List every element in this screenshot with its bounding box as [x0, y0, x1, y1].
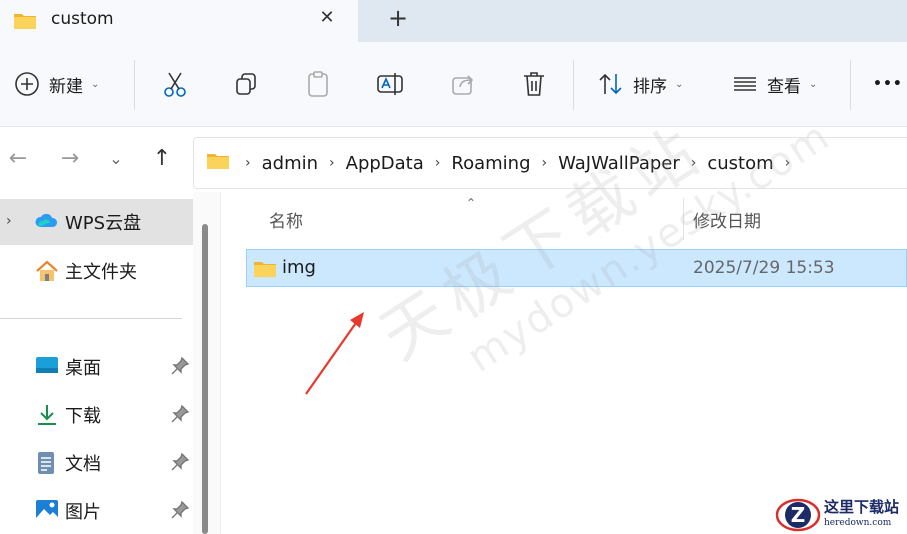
- breadcrumb: › admin › AppData › Roaming › WaJWallPap…: [206, 138, 801, 188]
- address-row: ← → ⌄ ↑ › admin › AppData › Roaming › Wa…: [0, 126, 907, 193]
- svg-text:Z: Z: [791, 503, 806, 527]
- pin-icon[interactable]: [171, 452, 190, 475]
- crumb-custom[interactable]: custom: [707, 153, 773, 174]
- item-name: img: [282, 257, 316, 278]
- new-button[interactable]: 新建 ⌄: [14, 65, 99, 103]
- list-item[interactable]: img 2025/7/29 15:53: [246, 249, 907, 287]
- pin-icon[interactable]: [171, 500, 190, 523]
- sidebar-item-label: 主文件夹: [65, 262, 137, 283]
- rename-icon: [377, 73, 403, 95]
- item-modified-date: 2025/7/29 15:53: [693, 258, 835, 278]
- pin-icon[interactable]: [171, 404, 190, 427]
- new-tab-button[interactable]: +: [385, 5, 411, 31]
- chevron-right-icon[interactable]: ›: [6, 213, 12, 229]
- back-arrow-icon[interactable]: ←: [6, 147, 30, 171]
- annotation-arrow-icon: [305, 312, 364, 395]
- close-tab-button[interactable]: ✕: [316, 7, 338, 29]
- scissors-icon: [164, 72, 186, 97]
- chevron-right-icon[interactable]: ›: [542, 155, 548, 171]
- sidebar-scrollbar[interactable]: [193, 192, 221, 534]
- desktop-icon: [35, 355, 59, 379]
- sidebar-item-label: WPS云盘: [65, 213, 142, 234]
- chevron-down-icon: ⌄: [91, 78, 100, 90]
- crumb-appdata[interactable]: AppData: [346, 153, 424, 174]
- cloud-icon: [35, 210, 59, 236]
- divider: [134, 60, 135, 110]
- document-icon: [35, 451, 57, 479]
- chevron-right-icon[interactable]: ›: [435, 155, 441, 171]
- up-arrow-icon[interactable]: ↑: [150, 147, 174, 171]
- recent-chevron-down-icon[interactable]: ⌄: [104, 147, 128, 171]
- delete-button[interactable]: [521, 65, 547, 103]
- pictures-icon: [35, 499, 59, 525]
- sidebar-item-desktop[interactable]: 桌面: [0, 344, 193, 390]
- view-label: 查看: [767, 76, 801, 97]
- view-button[interactable]: 查看 ⌄: [732, 65, 817, 103]
- chevron-right-icon[interactable]: ›: [329, 155, 335, 171]
- column-header-modified[interactable]: 修改日期: [693, 207, 761, 232]
- folder-icon: [206, 151, 230, 176]
- sidebar-item-pictures[interactable]: 图片: [0, 488, 193, 534]
- download-icon: [35, 403, 59, 431]
- chevron-right-icon[interactable]: ›: [785, 155, 791, 171]
- chevron-down-icon: ⌄: [675, 78, 684, 90]
- share-icon: [452, 75, 474, 95]
- paste-button[interactable]: [305, 65, 331, 103]
- sidebar-item-label: 下载: [65, 406, 101, 427]
- logo-mark-icon: Z: [775, 498, 821, 532]
- new-label: 新建: [49, 76, 83, 97]
- home-icon: [35, 259, 59, 287]
- sidebar-item-label: 桌面: [65, 358, 101, 379]
- crumb-admin[interactable]: admin: [262, 153, 318, 174]
- cut-button[interactable]: [162, 65, 188, 103]
- divider: [573, 60, 574, 110]
- navigation-pane: › WPS云盘 主文件夹 桌面 下载 文档 图片: [0, 192, 200, 534]
- rename-button[interactable]: [376, 65, 404, 103]
- share-button[interactable]: [450, 65, 476, 103]
- copy-icon: [236, 73, 256, 95]
- logo-text-en: heredown.com: [824, 518, 892, 528]
- sort-button[interactable]: 排序 ⌄: [598, 65, 683, 103]
- crumb-wajwallpaper[interactable]: WaJWallPaper: [558, 153, 680, 174]
- tab-custom[interactable]: custom ✕: [0, 0, 358, 42]
- sort-icon: [599, 73, 622, 95]
- sidebar-item-downloads[interactable]: 下载: [0, 392, 193, 438]
- title-bar: custom ✕ +: [0, 0, 907, 42]
- chevron-right-icon[interactable]: ›: [245, 155, 251, 171]
- address-bar[interactable]: › admin › AppData › Roaming › WaJWallPap…: [193, 137, 907, 189]
- sidebar-item-home[interactable]: 主文件夹: [0, 248, 193, 294]
- chevron-down-icon: ⌄: [809, 78, 818, 90]
- column-divider[interactable]: [683, 198, 684, 240]
- folder-icon: [13, 11, 37, 35]
- column-header-name[interactable]: 名称: [269, 207, 303, 232]
- plus-circle-icon: [15, 72, 39, 96]
- more-button[interactable]: •••: [873, 65, 903, 103]
- chevron-right-icon[interactable]: ›: [691, 155, 697, 171]
- tab-title: custom: [51, 9, 114, 29]
- pin-icon[interactable]: [171, 356, 190, 379]
- sort-label: 排序: [633, 76, 667, 97]
- sort-ascending-icon: ⌃: [466, 196, 477, 210]
- crumb-roaming[interactable]: Roaming: [451, 153, 530, 174]
- forward-arrow-icon[interactable]: →: [58, 147, 82, 171]
- trash-icon: [524, 72, 544, 96]
- divider: [850, 60, 851, 110]
- divider: [0, 318, 182, 319]
- logo-text-cn: 这里下载站: [824, 498, 900, 516]
- sidebar-item-documents[interactable]: 文档: [0, 440, 193, 486]
- clipboard-icon: [308, 71, 328, 97]
- copy-button[interactable]: [233, 65, 259, 103]
- folder-icon: [253, 259, 277, 283]
- sidebar-item-label: 图片: [65, 502, 101, 523]
- view-list-icon: [734, 77, 756, 91]
- command-bar: 新建 ⌄ 排序 ⌄ 查看 ⌄ •••: [0, 42, 907, 126]
- sidebar-item-wps-cloud[interactable]: › WPS云盘: [0, 199, 193, 245]
- scrollbar-thumb[interactable]: [202, 224, 208, 534]
- sidebar-item-label: 文档: [65, 454, 101, 475]
- site-logo: Z 这里下载站 heredown.com: [772, 494, 907, 534]
